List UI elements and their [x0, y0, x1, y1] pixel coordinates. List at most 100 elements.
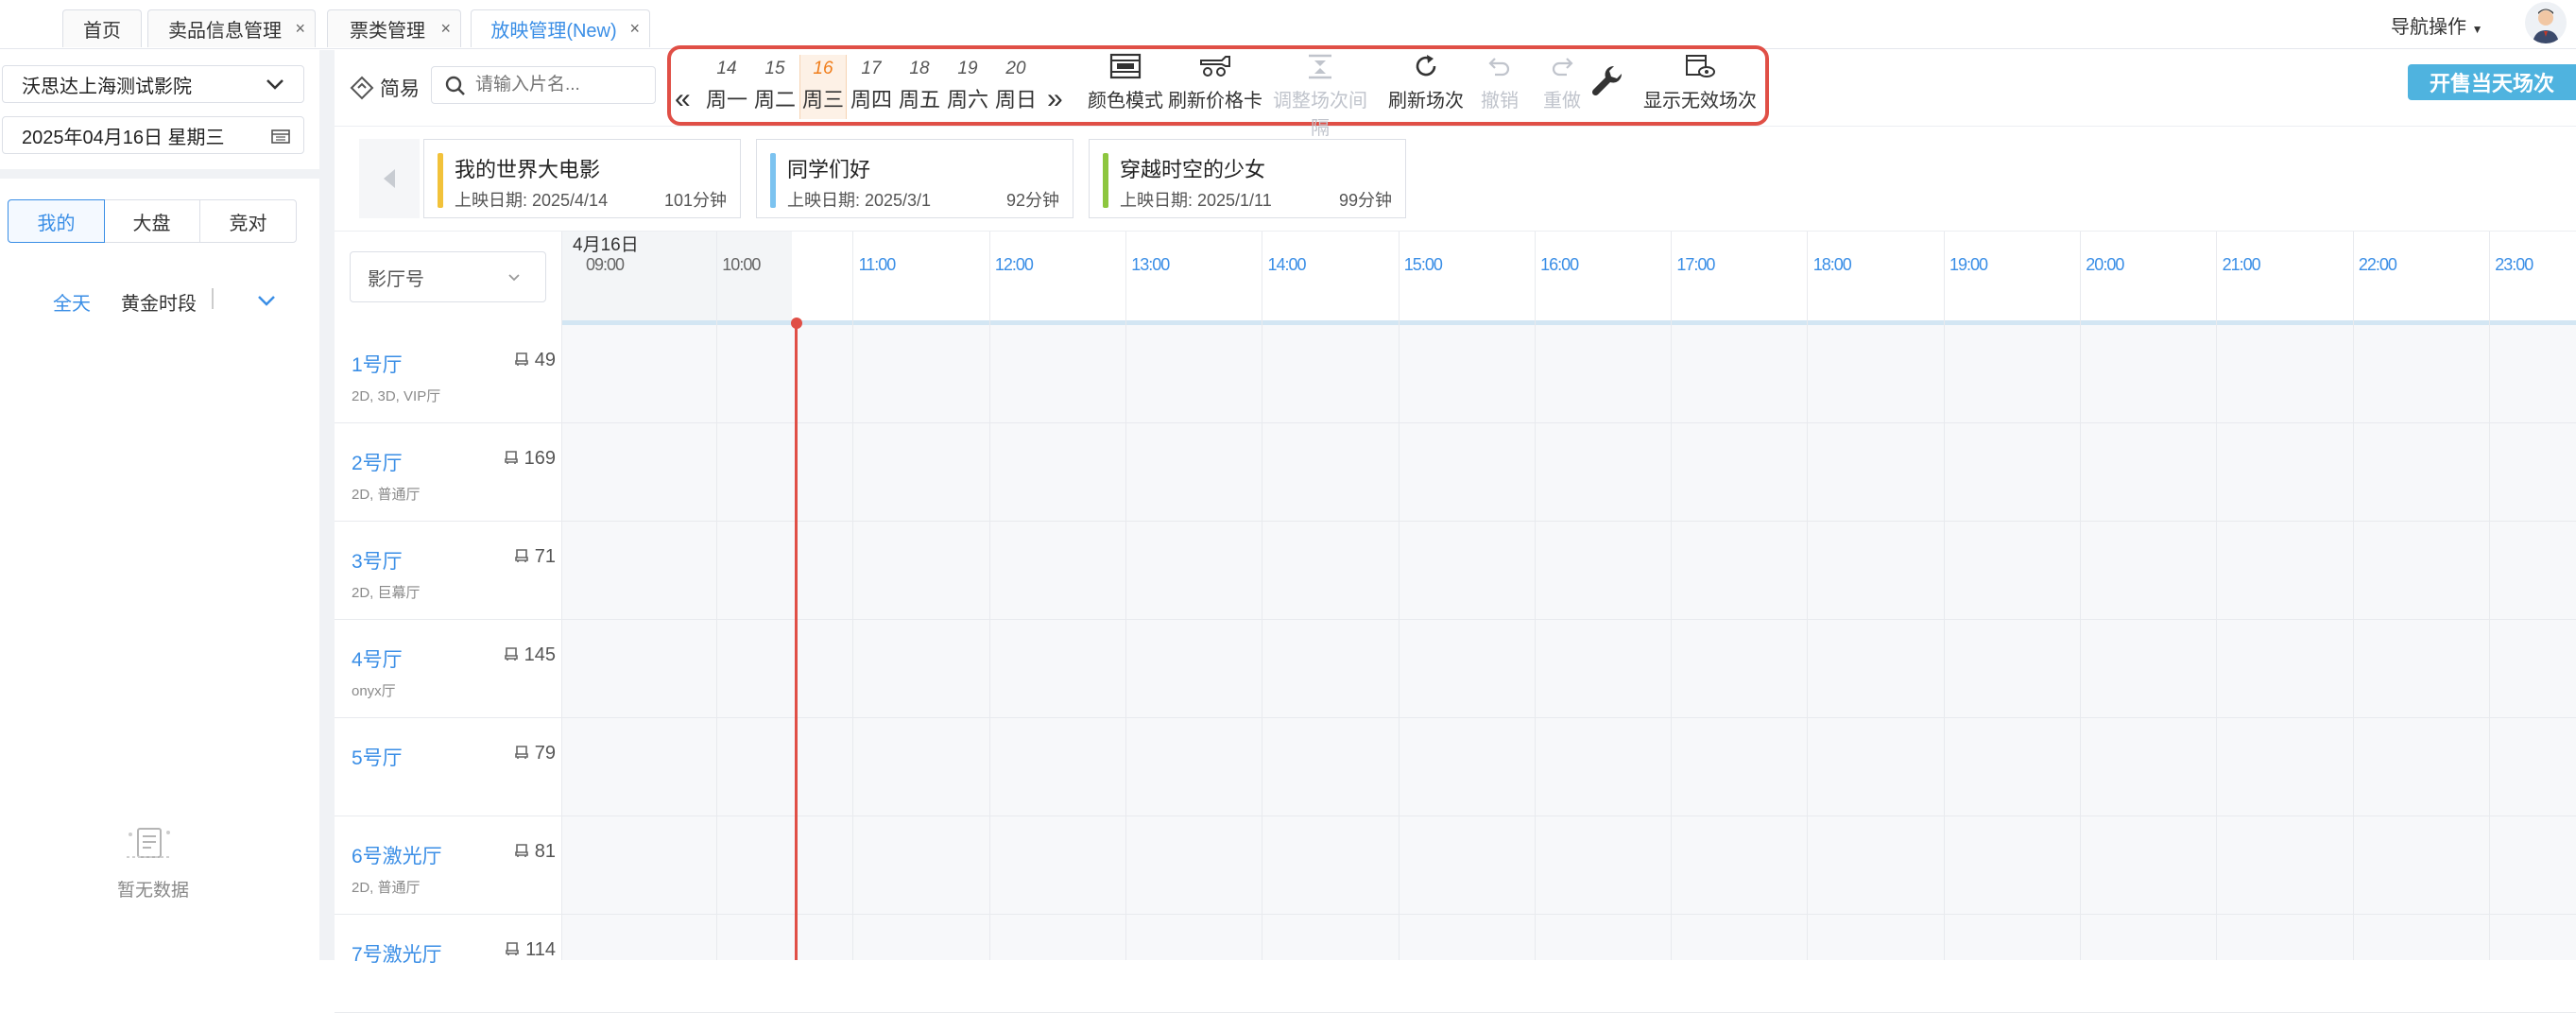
redo-button[interactable]: 重做	[1538, 53, 1586, 112]
seat-icon	[514, 746, 528, 759]
hall-seat-count: 49	[514, 350, 556, 371]
nav-operations-menu[interactable]: 导航操作 ▼	[2391, 11, 2482, 39]
timeline-hour-label: 21:00	[2222, 255, 2261, 274]
hall-name: 4号厅	[352, 649, 403, 671]
day-label: 周六	[946, 88, 988, 112]
movie-card[interactable]: 同学们好 上映日期: 2025/3/1 92分钟	[756, 139, 1073, 218]
segment-label: 我的	[37, 213, 76, 234]
movie-color-bar	[1103, 153, 1108, 208]
movie-release-date: 上映日期: 2025/3/1	[787, 191, 932, 210]
nav-menu-label: 导航操作	[2391, 17, 2466, 38]
hall-name: 3号厅	[352, 551, 403, 573]
search-input[interactable]	[473, 73, 644, 97]
movie-duration: 101分钟	[663, 191, 727, 210]
hall-seat-number: 79	[534, 743, 556, 764]
tab-ticket-type[interactable]: 票类管理 ×	[327, 9, 461, 47]
day-saturday[interactable]: 19 周六	[944, 59, 991, 113]
hall-row[interactable]: 6号激光厅 81 2D, 普通厅	[352, 816, 561, 915]
movie-title: 同学们好	[787, 158, 871, 181]
filter-all-day-label: 全天	[53, 294, 91, 315]
tab-label: 放映管理(New)	[490, 21, 617, 42]
hall-row[interactable]: 7号激光厅 114	[352, 915, 561, 1013]
timeline-hour-label: 11:00	[858, 255, 897, 274]
movie-color-bar	[770, 153, 776, 208]
timeline-hour-label: 20:00	[2086, 255, 2124, 274]
hall-row[interactable]: 1号厅 49 2D, 3D, VIP厅	[352, 325, 561, 423]
hall-type: 2D, 巨幕厅	[352, 585, 421, 601]
hall-name: 1号厅	[352, 354, 403, 376]
close-icon[interactable]: ×	[629, 19, 640, 39]
movie-search-box[interactable]	[431, 66, 656, 104]
redo-label: 重做	[1543, 91, 1581, 112]
movie-card[interactable]: 我的世界大电影 上映日期: 2025/4/14 101分钟	[423, 139, 741, 218]
segment-label: 竞对	[229, 213, 267, 234]
hall-seat-number: 81	[534, 841, 556, 862]
hall-type: 2D, 普通厅	[352, 880, 421, 896]
tab-concession-info[interactable]: 卖品信息管理 ×	[147, 9, 316, 47]
prev-week-icon[interactable]: «	[675, 83, 691, 115]
close-icon[interactable]: ×	[295, 19, 305, 39]
hall-name: 2号厅	[352, 453, 403, 474]
avatar[interactable]	[2525, 2, 2567, 43]
hall-row[interactable]: 5号厅 79	[352, 718, 561, 816]
timeline-hour-label: 13:00	[1131, 255, 1170, 274]
segment-mine[interactable]: 我的	[8, 199, 105, 243]
hall-seat-number: 49	[534, 350, 556, 370]
segment-market[interactable]: 大盘	[104, 200, 200, 242]
movie-duration: 99分钟	[1338, 191, 1392, 210]
timeline-date: 4月16日	[573, 235, 639, 255]
hall-row[interactable]: 2号厅 169 2D, 普通厅	[352, 423, 561, 522]
movie-title: 我的世界大电影	[455, 158, 601, 181]
hall-seat-count: 79	[514, 743, 556, 764]
hall-row[interactable]: 3号厅 71 2D, 巨幕厅	[352, 522, 561, 620]
show-invalid-sessions-label: 显示无效场次	[1643, 91, 1757, 112]
day-number: 14	[716, 59, 737, 78]
color-mode-label: 颜色模式	[1088, 91, 1163, 112]
hall-name: 5号厅	[352, 747, 403, 769]
close-icon[interactable]: ×	[440, 19, 451, 39]
ticket-icon	[1200, 56, 1230, 77]
segment-label: 大盘	[132, 213, 171, 234]
refresh-sessions-button[interactable]: 刷新场次	[1383, 53, 1468, 112]
schedule-grid[interactable]	[561, 325, 2576, 960]
film-icon	[1109, 53, 1142, 79]
filter-all-day[interactable]: 全天	[53, 288, 91, 316]
movie-color-bar	[438, 153, 443, 208]
wrench-icon[interactable]	[1589, 62, 1625, 98]
day-label: 周日	[994, 88, 1037, 112]
day-monday[interactable]: 14 周一	[703, 59, 750, 113]
tab-screening-management[interactable]: 放映管理(New) ×	[471, 9, 650, 47]
segment-competitor[interactable]: 竞对	[200, 200, 296, 242]
movie-release-date: 上映日期: 2025/1/11	[1120, 191, 1272, 210]
color-mode-button[interactable]: 颜色模式	[1083, 53, 1168, 112]
date-picker[interactable]: 2025年04月16日 星期三	[2, 116, 304, 154]
day-tuesday[interactable]: 15 周二	[751, 59, 799, 113]
hall-row[interactable]: 4号厅 145 onyx厅	[352, 620, 561, 718]
day-thursday[interactable]: 17 周四	[848, 59, 895, 113]
show-invalid-sessions-button[interactable]: 显示无效场次	[1640, 53, 1760, 112]
seat-icon	[506, 942, 519, 955]
undo-button[interactable]: 撤销	[1476, 53, 1523, 112]
tab-label: 卖品信息管理	[168, 21, 282, 42]
timeline-hour-label: 09:00	[586, 255, 625, 274]
next-week-icon[interactable]: »	[1047, 83, 1063, 115]
hall-type: 2D, 普通厅	[352, 487, 421, 503]
movie-duration: 92分钟	[1005, 191, 1059, 210]
day-sunday[interactable]: 20 周日	[992, 59, 1039, 113]
movie-scroll-left[interactable]	[359, 139, 420, 218]
day-wednesday-active[interactable]: 16 周三	[799, 55, 847, 119]
hall-type: 2D, 3D, VIP厅	[352, 388, 441, 404]
day-friday[interactable]: 18 周五	[896, 59, 943, 113]
timeline-hour-label: 12:00	[994, 255, 1034, 274]
filter-golden-time[interactable]: 黄金时段	[121, 288, 197, 316]
tab-home[interactable]: 首页	[62, 9, 142, 47]
date-picker-value: 2025年04月16日 星期三	[22, 127, 225, 148]
adjust-session-interval-button[interactable]: 调整场次间隔	[1264, 53, 1376, 140]
movie-card[interactable]: 穿越时空的少女 上映日期: 2025/1/11 99分钟	[1089, 139, 1406, 218]
cinema-select[interactable]: 沃思达上海测试影院	[2, 65, 304, 103]
chevron-down-icon[interactable]	[257, 294, 276, 307]
simple-mode-toggle[interactable]: 简易	[350, 74, 420, 102]
refresh-price-card-button[interactable]: 刷新价格卡	[1168, 53, 1262, 112]
open-sale-today-button[interactable]: 开售当天场次	[2408, 64, 2576, 100]
day-label: 周三	[801, 88, 844, 112]
